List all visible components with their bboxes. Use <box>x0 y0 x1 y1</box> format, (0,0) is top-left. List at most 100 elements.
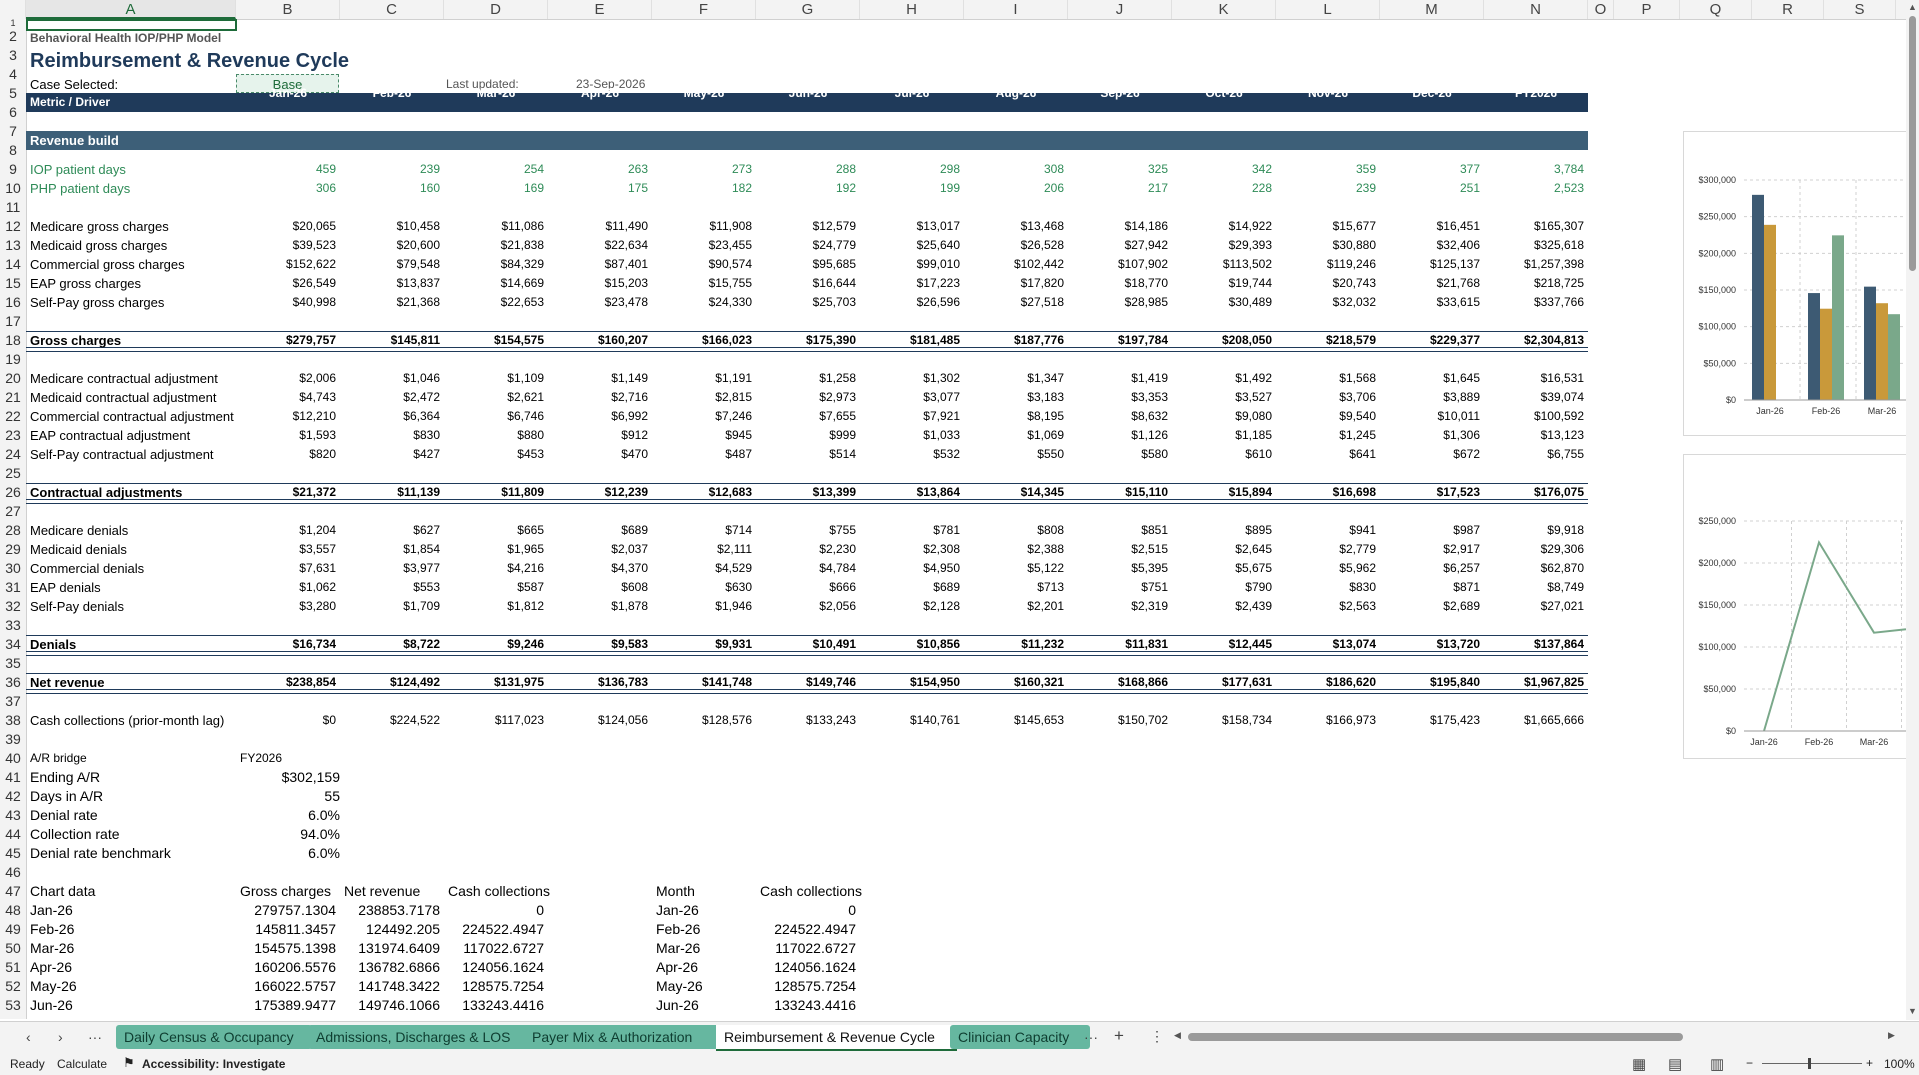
metric-value[interactable]: $238,854 <box>236 673 336 692</box>
metric-value[interactable]: 192 <box>756 179 856 198</box>
metric-value[interactable]: $1,965 <box>444 540 544 559</box>
metric-value[interactable]: $25,640 <box>860 236 960 255</box>
metric-value[interactable]: $5,395 <box>1068 559 1168 578</box>
metric-value[interactable]: $100,592 <box>1484 407 1584 426</box>
metric-value[interactable]: $21,768 <box>1380 274 1480 293</box>
metric-value[interactable]: $30,880 <box>1276 236 1376 255</box>
column-header-o[interactable]: O <box>1588 0 1614 19</box>
metric-value[interactable]: $2,645 <box>1172 540 1272 559</box>
more-sheets-left-button[interactable]: ··· <box>88 1029 102 1045</box>
metric-value[interactable]: $3,977 <box>340 559 440 578</box>
ar-bridge-item-value[interactable]: 94.0% <box>236 825 340 844</box>
metric-value[interactable]: 2,523 <box>1484 179 1584 198</box>
metric-value[interactable]: $15,894 <box>1172 483 1272 502</box>
metric-value[interactable]: 239 <box>340 160 440 179</box>
metric-value[interactable]: $9,583 <box>548 635 648 654</box>
metric-value[interactable]: 459 <box>236 160 336 179</box>
metric-value[interactable]: $12,683 <box>652 483 752 502</box>
metric-value[interactable]: $3,889 <box>1380 388 1480 407</box>
metric-value[interactable]: $5,122 <box>964 559 1064 578</box>
metric-value[interactable]: $665 <box>444 521 544 540</box>
metric-value[interactable]: $30,489 <box>1172 293 1272 312</box>
bar-chart-bar[interactable] <box>1864 286 1876 400</box>
metric-value[interactable]: $781 <box>860 521 960 540</box>
metric-value[interactable]: $608 <box>548 578 648 597</box>
column-header-p[interactable]: P <box>1614 0 1680 19</box>
metric-value[interactable]: $84,329 <box>444 255 544 274</box>
metric-value[interactable]: $13,399 <box>756 483 856 502</box>
column-header-a[interactable]: A <box>26 0 236 19</box>
metric-value[interactable]: $9,080 <box>1172 407 1272 426</box>
metric-value[interactable]: $6,992 <box>548 407 648 426</box>
metric-value[interactable]: 206 <box>964 179 1064 198</box>
metric-value[interactable]: $19,744 <box>1172 274 1272 293</box>
metric-value[interactable]: $14,186 <box>1068 217 1168 236</box>
metric-value[interactable]: $3,183 <box>964 388 1064 407</box>
metric-value[interactable]: $1,967,825 <box>1484 673 1584 692</box>
metric-value[interactable]: $12,445 <box>1172 635 1272 654</box>
metric-value[interactable]: $2,056 <box>756 597 856 616</box>
metric-value[interactable]: $14,922 <box>1172 217 1272 236</box>
prev-sheet-icon[interactable]: ‹ <box>26 1029 31 1045</box>
chart-data-cash[interactable]: 133243.4416 <box>444 996 544 1015</box>
metric-value[interactable]: $714 <box>652 521 752 540</box>
metric-value[interactable]: $2,201 <box>964 597 1064 616</box>
metric-value[interactable]: $279,757 <box>236 331 336 350</box>
bar-chart-bar[interactable] <box>1752 194 1764 400</box>
metric-value[interactable]: $175,390 <box>756 331 856 350</box>
metric-value[interactable]: $2,815 <box>652 388 752 407</box>
metric-value[interactable]: $11,232 <box>964 635 1064 654</box>
metric-value[interactable]: 3,784 <box>1484 160 1584 179</box>
ar-bridge-item-value[interactable]: 6.0% <box>236 844 340 863</box>
metric-value[interactable]: 288 <box>756 160 856 179</box>
metric-value[interactable]: $29,306 <box>1484 540 1584 559</box>
chart-data-cash[interactable]: 0 <box>444 901 544 920</box>
metric-value[interactable]: $2,563 <box>1276 597 1376 616</box>
metric-value[interactable]: $154,950 <box>860 673 960 692</box>
metric-value[interactable]: $20,065 <box>236 217 336 236</box>
metric-value[interactable]: $3,706 <box>1276 388 1376 407</box>
metric-value[interactable]: $3,557 <box>236 540 336 559</box>
metric-value[interactable]: $20,600 <box>340 236 440 255</box>
column-header-m[interactable]: M <box>1380 0 1484 19</box>
chart-data-net[interactable]: 141748.3422 <box>340 977 440 996</box>
hscroll-left-arrow[interactable]: ◀ <box>1174 1030 1181 1041</box>
metric-value[interactable]: $99,010 <box>860 255 960 274</box>
metric-value[interactable]: $140,761 <box>860 711 960 730</box>
metric-value[interactable]: $1,812 <box>444 597 544 616</box>
bar-chart-bar[interactable] <box>1876 303 1888 400</box>
metric-value[interactable]: $7,631 <box>236 559 336 578</box>
metric-value[interactable]: $15,203 <box>548 274 648 293</box>
column-header-c[interactable]: C <box>340 0 444 19</box>
metric-value[interactable]: $25,703 <box>756 293 856 312</box>
column-header-d[interactable]: D <box>444 0 548 19</box>
metric-value[interactable]: $124,056 <box>548 711 648 730</box>
tab-admissions[interactable]: Admissions, Discharges & LOS <box>308 1025 530 1049</box>
metric-value[interactable]: $2,037 <box>548 540 648 559</box>
metric-value[interactable]: $23,478 <box>548 293 648 312</box>
metric-value[interactable]: $90,574 <box>652 255 752 274</box>
metric-value[interactable]: $2,472 <box>340 388 440 407</box>
accessibility-status[interactable]: Accessibility: Investigate <box>142 1057 285 1071</box>
metric-value[interactable]: $689 <box>860 578 960 597</box>
metric-value[interactable]: $4,216 <box>444 559 544 578</box>
metric-value[interactable]: $24,330 <box>652 293 752 312</box>
metric-value[interactable]: $17,223 <box>860 274 960 293</box>
tab-clinician-capacity[interactable]: Clinician Capacity <box>950 1025 1090 1049</box>
metric-value[interactable]: 359 <box>1276 160 1376 179</box>
metric-value[interactable]: $580 <box>1068 445 1168 464</box>
metric-value[interactable]: $181,485 <box>860 331 960 350</box>
metric-value[interactable]: 377 <box>1380 160 1480 179</box>
metric-value[interactable]: $2,388 <box>964 540 1064 559</box>
metric-value[interactable]: $1,033 <box>860 426 960 445</box>
column-header-h[interactable]: H <box>860 0 964 19</box>
metric-value[interactable]: $2,308 <box>860 540 960 559</box>
add-sheet-button[interactable]: + <box>1114 1026 1124 1046</box>
metric-value[interactable]: $871 <box>1380 578 1480 597</box>
chart-data-net[interactable]: 131974.6409 <box>340 939 440 958</box>
chart-data-gross[interactable]: 279757.1304 <box>236 901 336 920</box>
metric-value[interactable]: $16,451 <box>1380 217 1480 236</box>
metric-value[interactable]: $337,766 <box>1484 293 1584 312</box>
metric-value[interactable]: $9,246 <box>444 635 544 654</box>
select-all-corner[interactable] <box>0 0 26 19</box>
